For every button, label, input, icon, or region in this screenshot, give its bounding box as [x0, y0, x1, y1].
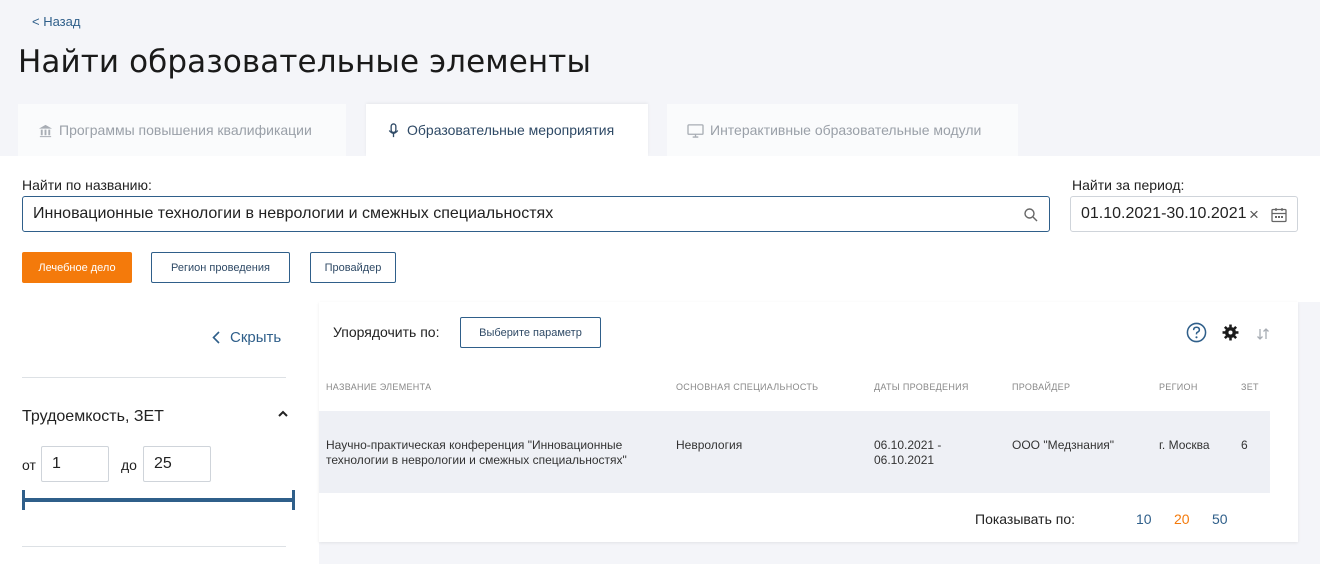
page-title: Найти образовательные элементы — [18, 44, 592, 80]
column-header-dates[interactable]: Даты проведения — [874, 382, 969, 392]
range-slider-max-handle[interactable] — [292, 490, 295, 510]
monitor-icon — [687, 123, 704, 138]
hide-label: Скрыть — [230, 329, 282, 346]
range-from-label: от — [22, 457, 36, 473]
tab-label: Программы повышения квалификации — [59, 122, 312, 138]
period-label: Найти за период: — [1072, 177, 1185, 193]
gear-icon[interactable] — [1222, 324, 1239, 341]
chevron-left-icon — [212, 331, 220, 344]
filter-title: Трудоемкость, ЗЕТ — [22, 408, 164, 425]
divider — [22, 377, 286, 378]
range-slider-min-handle[interactable] — [22, 490, 25, 510]
tab-programs[interactable]: Программы повышения квалификации — [18, 104, 346, 156]
tab-modules[interactable]: Интерактивные образовательные модули — [667, 104, 1018, 156]
column-header-name[interactable]: Название элемента — [326, 382, 431, 392]
page-size-20[interactable]: 20 — [1174, 511, 1190, 527]
hide-filters-button[interactable]: Скрыть — [212, 329, 281, 346]
help-icon[interactable] — [1186, 322, 1207, 343]
search-field[interactable] — [22, 196, 1050, 232]
sort-order-icon[interactable] — [1256, 327, 1270, 341]
cell-zet: 6 — [1241, 438, 1248, 452]
cell-specialty: Неврология — [676, 438, 743, 452]
tab-label: Образовательные мероприятия — [407, 122, 615, 138]
chip-specialty[interactable]: Лечебное дело — [22, 252, 132, 283]
institution-icon — [38, 124, 53, 137]
search-input[interactable] — [33, 205, 1013, 223]
cell-region: г. Москва — [1159, 438, 1210, 452]
tab-events[interactable]: Образовательные мероприятия — [366, 104, 648, 156]
cell-dates: 06.10.2021 - 06.10.2021 — [874, 438, 942, 467]
calendar-icon[interactable] — [1270, 206, 1288, 224]
cell-provider: ООО "Медзнания" — [1012, 438, 1115, 452]
search-label: Найти по названию: — [22, 177, 152, 193]
sort-label: Упорядочить по: — [333, 324, 440, 340]
chip-region[interactable]: Регион проведения — [151, 252, 290, 283]
period-field[interactable]: × — [1070, 196, 1298, 232]
range-to-label: до — [121, 457, 137, 473]
range-to-input[interactable] — [143, 446, 211, 482]
column-header-region[interactable]: Регион — [1159, 382, 1198, 392]
tab-label: Интерактивные образовательные модули — [710, 122, 982, 138]
range-from-input[interactable] — [41, 446, 109, 482]
sort-select-button[interactable]: Выберите параметр — [460, 317, 601, 348]
period-input[interactable] — [1081, 205, 1249, 223]
divider — [22, 546, 286, 547]
page-size-50[interactable]: 50 — [1212, 511, 1228, 527]
back-link[interactable]: < Назад — [32, 14, 80, 29]
microphone-icon — [388, 122, 399, 137]
cell-name[interactable]: Научно-практическая конференция "Инновац… — [326, 438, 661, 468]
range-slider-track[interactable] — [24, 498, 294, 502]
page-size-label: Показывать по: — [975, 511, 1076, 527]
clear-icon[interactable]: × — [1249, 205, 1259, 225]
column-header-specialty[interactable]: Основная специальность — [676, 382, 818, 392]
column-header-provider[interactable]: Провайдер — [1012, 382, 1070, 392]
chevron-up-icon[interactable] — [278, 410, 288, 418]
chip-provider[interactable]: Провайдер — [310, 252, 396, 283]
page-size-10[interactable]: 10 — [1136, 511, 1152, 527]
search-icon[interactable] — [1023, 207, 1039, 223]
column-header-zet[interactable]: ЗЕТ — [1241, 382, 1259, 392]
